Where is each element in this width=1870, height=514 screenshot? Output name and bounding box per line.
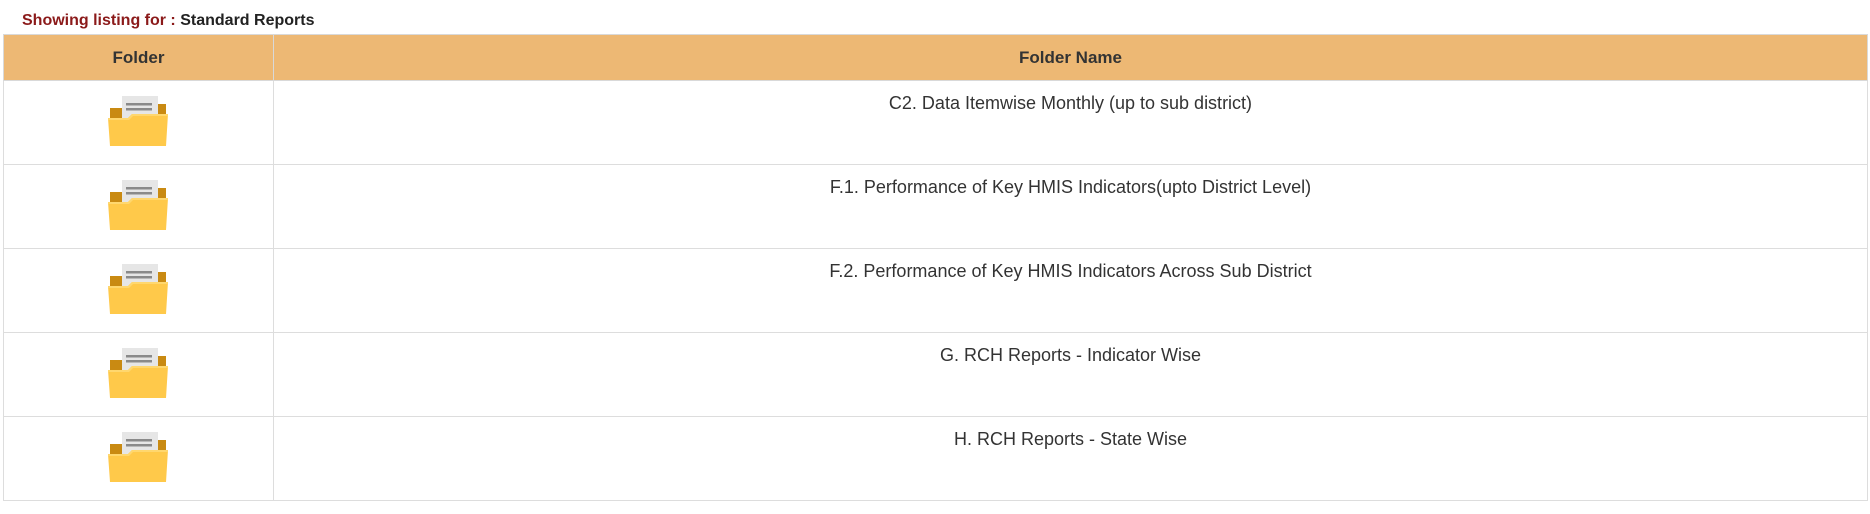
table-header-row: Folder Folder Name <box>3 34 1868 81</box>
table-row: F.1. Performance of Key HMIS Indicators(… <box>3 164 1868 249</box>
folder-name-cell[interactable]: C2. Data Itemwise Monthly (up to sub dis… <box>273 80 1868 165</box>
table-row: C2. Data Itemwise Monthly (up to sub dis… <box>3 80 1868 165</box>
folder-name-cell[interactable]: H. RCH Reports - State Wise <box>273 416 1868 501</box>
table-row: G. RCH Reports - Indicator Wise <box>3 332 1868 417</box>
folder-name-cell[interactable]: G. RCH Reports - Indicator Wise <box>273 332 1868 417</box>
folder-name-link[interactable]: C2. Data Itemwise Monthly (up to sub dis… <box>889 93 1252 114</box>
table-row: H. RCH Reports - State Wise <box>3 416 1868 501</box>
column-header-folder-name: Folder Name <box>273 34 1868 81</box>
folder-icon-cell[interactable] <box>3 80 274 165</box>
open-folder-icon[interactable] <box>107 180 170 232</box>
folder-name-link[interactable]: F.2. Performance of Key HMIS Indicators … <box>829 261 1311 282</box>
folder-name-link[interactable]: F.1. Performance of Key HMIS Indicators(… <box>830 177 1311 198</box>
table-row: F.2. Performance of Key HMIS Indicators … <box>3 248 1868 333</box>
listing-caption: Showing listing for : Standard Reports <box>22 12 314 30</box>
folder-name-link[interactable]: G. RCH Reports - Indicator Wise <box>940 345 1201 366</box>
folder-icon-cell[interactable] <box>3 332 274 417</box>
folder-name-cell[interactable]: F.2. Performance of Key HMIS Indicators … <box>273 248 1868 333</box>
open-folder-icon[interactable] <box>107 432 170 484</box>
folder-icon-cell[interactable] <box>3 416 274 501</box>
folder-name-cell[interactable]: F.1. Performance of Key HMIS Indicators(… <box>273 164 1868 249</box>
listing-caption-value: Standard Reports <box>180 12 315 29</box>
folder-icon-cell[interactable] <box>3 248 274 333</box>
open-folder-icon[interactable] <box>107 264 170 316</box>
folder-icon-cell[interactable] <box>3 164 274 249</box>
folder-table: Folder Folder Name C2. Data Itemwise Mon… <box>3 34 1868 501</box>
open-folder-icon[interactable] <box>107 348 170 400</box>
column-header-folder: Folder <box>3 34 274 81</box>
folder-name-link[interactable]: H. RCH Reports - State Wise <box>954 429 1187 450</box>
listing-caption-label: Showing listing for : <box>22 12 176 29</box>
open-folder-icon[interactable] <box>107 96 170 148</box>
table-body: C2. Data Itemwise Monthly (up to sub dis… <box>3 80 1868 501</box>
